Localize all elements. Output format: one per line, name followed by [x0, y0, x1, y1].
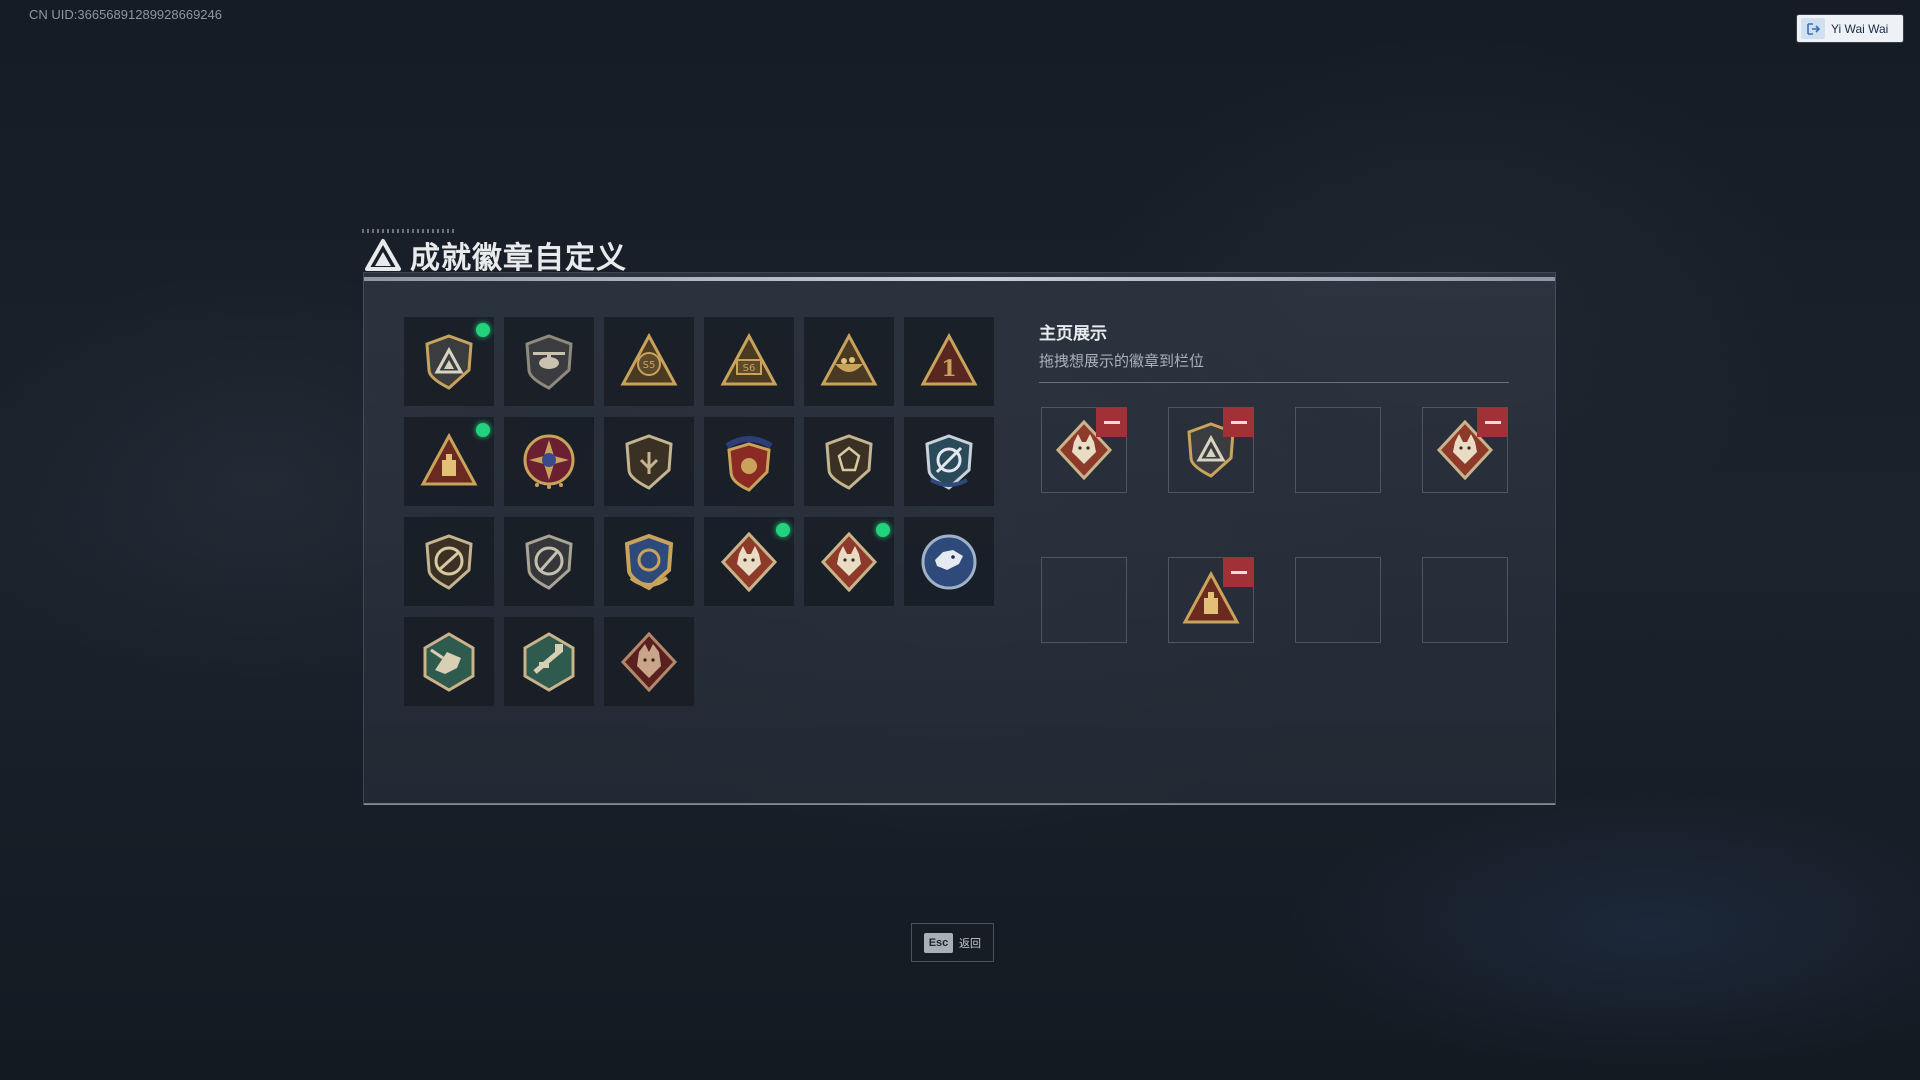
badge-cell[interactable] — [804, 417, 894, 506]
esc-key-icon: Esc — [924, 932, 953, 953]
badge-cell[interactable] — [504, 617, 594, 706]
panel-bottom-line — [364, 803, 1555, 805]
svg-text:S6: S6 — [743, 363, 756, 374]
logout-icon — [1801, 18, 1825, 39]
badge-cell[interactable] — [904, 517, 994, 606]
display-slot-grid — [1041, 407, 1508, 643]
badge-cell[interactable] — [804, 517, 894, 606]
badge-cell[interactable] — [404, 617, 494, 706]
wolf-diamond-badge-icon — [820, 531, 878, 592]
badge-cell[interactable] — [404, 317, 494, 406]
compass-star-badge-icon — [523, 434, 575, 489]
homepage-display-header: 主页展示 拖拽想展示的徽章到栏位 — [1039, 319, 1509, 383]
svg-text:S5: S5 — [643, 360, 656, 371]
no-knife-shield-badge-icon — [525, 533, 573, 590]
triangle-s6-badge-icon: S6 — [720, 332, 778, 385]
new-indicator-dot — [476, 323, 490, 337]
shield-gem-badge-icon — [825, 433, 873, 490]
user-name: Yi Wai Wai — [1831, 21, 1889, 36]
svg-text:1: 1 — [941, 356, 956, 382]
badge-cell[interactable]: 1 — [904, 317, 994, 406]
badge-cell[interactable] — [604, 417, 694, 506]
triangle-s5-badge-icon: S5 — [620, 332, 678, 385]
eagle-crest-badge-icon — [725, 435, 773, 492]
display-title: 主页展示 — [1039, 324, 1107, 344]
blue-gold-shield-badge-icon — [624, 533, 674, 590]
display-slot-filled[interactable] — [1041, 407, 1127, 493]
display-slot-filled[interactable] — [1422, 407, 1508, 493]
minus-icon — [1484, 420, 1501, 424]
page-title: 成就徽章自定义 — [365, 233, 627, 277]
display-slot-filled[interactable] — [1168, 407, 1254, 493]
display-slot-empty[interactable] — [1295, 557, 1381, 643]
minus-icon — [1230, 420, 1247, 424]
new-indicator-dot — [776, 523, 790, 537]
remove-badge-button[interactable] — [1223, 407, 1254, 437]
shield-crest-badge-icon — [625, 433, 673, 490]
dragon-diamond-badge-icon — [620, 631, 678, 692]
back-button[interactable]: Esc 返回 — [911, 923, 994, 962]
display-divider — [1039, 382, 1509, 383]
blue-target-shield-badge-icon — [925, 433, 973, 490]
wolf-diamond-badge-icon — [720, 531, 778, 592]
no-gun-shield-badge-icon — [425, 533, 473, 590]
display-slot-filled[interactable] — [1168, 557, 1254, 643]
badge-cell[interactable] — [904, 417, 994, 506]
remove-badge-button[interactable] — [1477, 407, 1508, 437]
badge-cell[interactable] — [504, 517, 594, 606]
badge-cell[interactable] — [604, 617, 694, 706]
badge-cell[interactable] — [704, 417, 794, 506]
new-indicator-dot — [476, 423, 490, 437]
triangle-bowl-badge-icon — [820, 332, 878, 385]
display-slot-empty[interactable] — [1422, 557, 1508, 643]
minus-icon — [1103, 420, 1120, 424]
page-title-text: 成就徽章自定义 — [410, 241, 627, 276]
badge-cell[interactable] — [404, 417, 494, 506]
helicopter-shield-badge-icon — [525, 333, 573, 390]
badge-cell[interactable] — [604, 517, 694, 606]
badge-cell[interactable] — [504, 317, 594, 406]
badge-customize-panel: S5 S6 1 主页展示 拖拽想展示的徽章到栏位 — [363, 272, 1556, 805]
triangle-gold-bar-badge-icon — [420, 432, 478, 485]
badge-cell[interactable] — [404, 517, 494, 606]
display-slot-empty[interactable] — [1295, 407, 1381, 493]
minus-icon — [1230, 570, 1247, 574]
badge-inventory-grid: S5 S6 1 — [404, 317, 994, 706]
triangle-rank-1-badge-icon: 1 — [920, 332, 978, 385]
badge-cell[interactable]: S5 — [604, 317, 694, 406]
display-slot-empty[interactable] — [1041, 557, 1127, 643]
user-profile-chip[interactable]: Yi Wai Wai — [1797, 15, 1903, 42]
green-hex-dragon-badge-icon — [423, 631, 475, 692]
badge-cell[interactable] — [704, 517, 794, 606]
display-subtitle: 拖拽想展示的徽章到栏位 — [1039, 352, 1205, 370]
badge-cell[interactable]: S6 — [704, 317, 794, 406]
remove-badge-button[interactable] — [1096, 407, 1127, 437]
panel-top-bar — [364, 277, 1555, 281]
remove-badge-button[interactable] — [1223, 557, 1254, 587]
badge-cell[interactable] — [504, 417, 594, 506]
green-hex-rifle-badge-icon — [523, 631, 575, 692]
wolf-round-badge-icon — [921, 534, 977, 589]
player-uid: CN UID:36656891289928669246 — [29, 7, 222, 22]
back-label: 返回 — [959, 936, 981, 950]
new-indicator-dot — [876, 523, 890, 537]
badge-cell[interactable] — [804, 317, 894, 406]
shield-triangle-badge-icon — [425, 333, 473, 390]
triangle-logo-icon — [365, 239, 401, 271]
